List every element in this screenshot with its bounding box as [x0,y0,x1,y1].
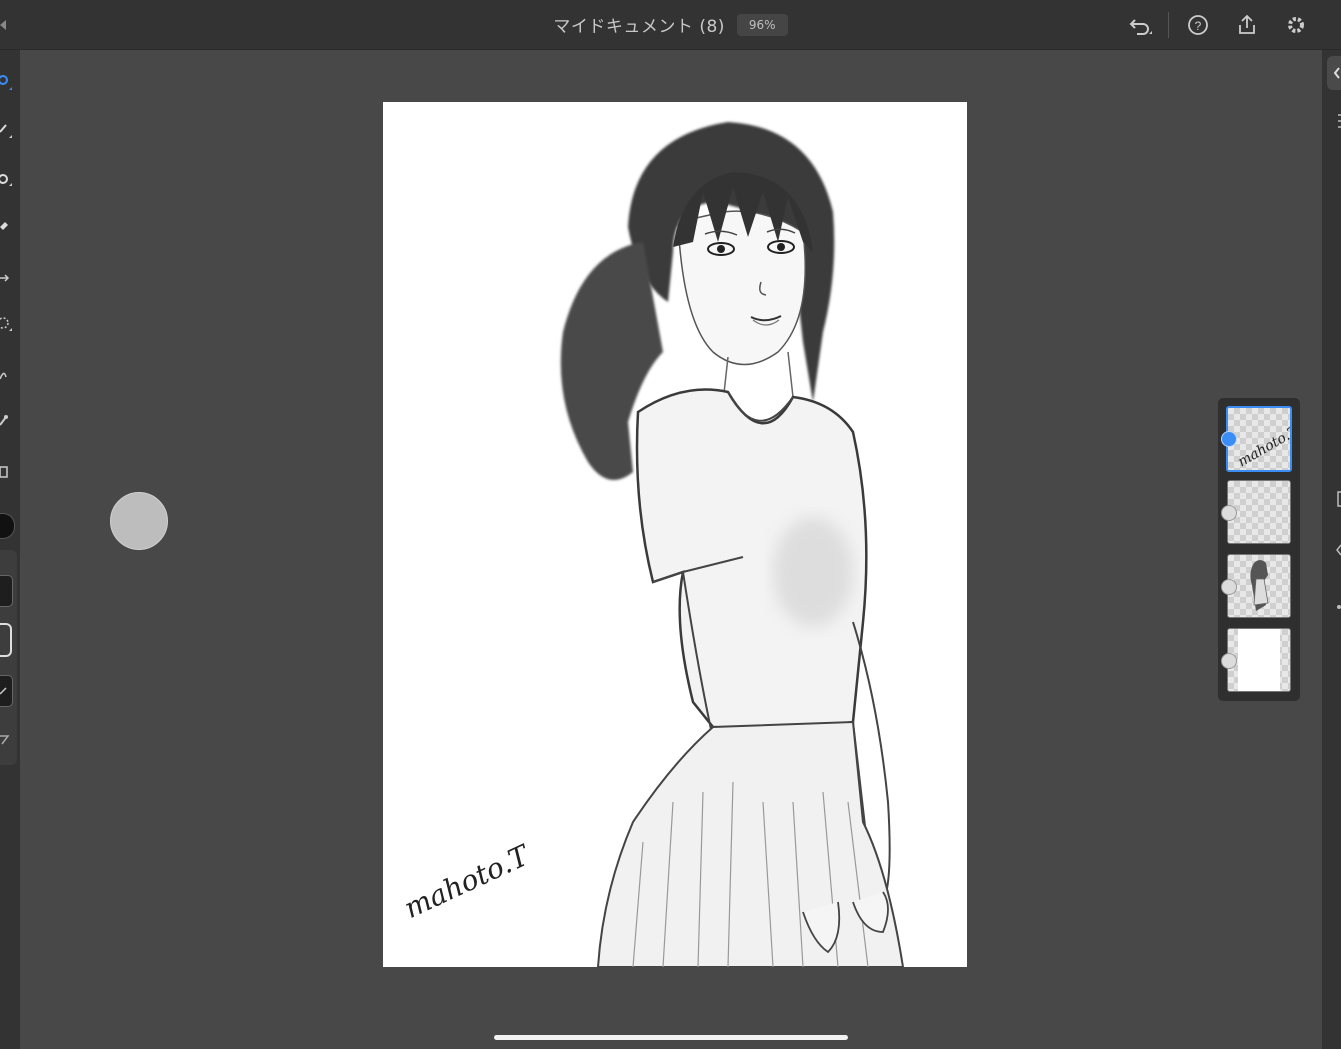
image-layer-icon[interactable] [1221,653,1237,669]
brush-settings-panel [0,550,17,765]
lasso-icon[interactable] [0,313,16,333]
collapse-icon[interactable] [1336,542,1341,556]
adjust-icon[interactable] [1336,112,1341,130]
undo-icon[interactable] [1127,12,1153,38]
image-icon[interactable] [0,462,16,482]
home-icon[interactable] [0,12,8,38]
settings-icon[interactable] [1283,12,1309,38]
opacity-icon[interactable] [0,623,12,657]
brush-size-icon[interactable] [0,575,13,607]
layers-panel: mahoto.T [1218,398,1300,701]
brush-icon[interactable] [0,120,16,140]
share-icon[interactable] [1234,12,1260,38]
layer-visibility-icon[interactable] [1221,505,1237,521]
drawing-canvas[interactable]: mahoto.T [383,102,967,967]
color-swatch-icon[interactable] [0,513,15,539]
layer-visibility-icon[interactable] [1221,431,1237,447]
smudge-icon[interactable] [0,365,16,385]
settings-slider-icon[interactable] [0,732,12,748]
layers-toggle-icon[interactable] [1327,56,1341,90]
eraser-icon[interactable] [0,215,16,235]
right-panel-rail [1322,50,1341,1049]
zoom-level[interactable]: 96% [736,13,788,36]
tool-rail [0,50,20,1049]
toolbar-divider [1168,12,1169,38]
sketch-artwork [560,122,905,967]
document-title[interactable]: マイドキュメント (8) [553,12,724,37]
fill-icon[interactable] [0,168,16,188]
svg-text:mahoto.T: mahoto.T [1235,422,1290,470]
top-bar: マイドキュメント (8) 96% ? [0,0,1341,50]
eyedropper-icon[interactable] [0,410,16,430]
background-fill [1238,629,1280,691]
flow-icon[interactable] [0,675,13,707]
svg-text:?: ? [1195,19,1202,33]
panel-icon[interactable] [1336,490,1341,508]
more-icon[interactable] [1336,595,1341,609]
select-icon[interactable] [0,72,16,92]
help-icon[interactable]: ? [1185,12,1211,38]
brush-size-preview [110,492,168,550]
layer-visibility-icon[interactable] [1221,579,1237,595]
home-indicator[interactable] [494,1035,848,1040]
transform-icon[interactable] [0,268,16,288]
